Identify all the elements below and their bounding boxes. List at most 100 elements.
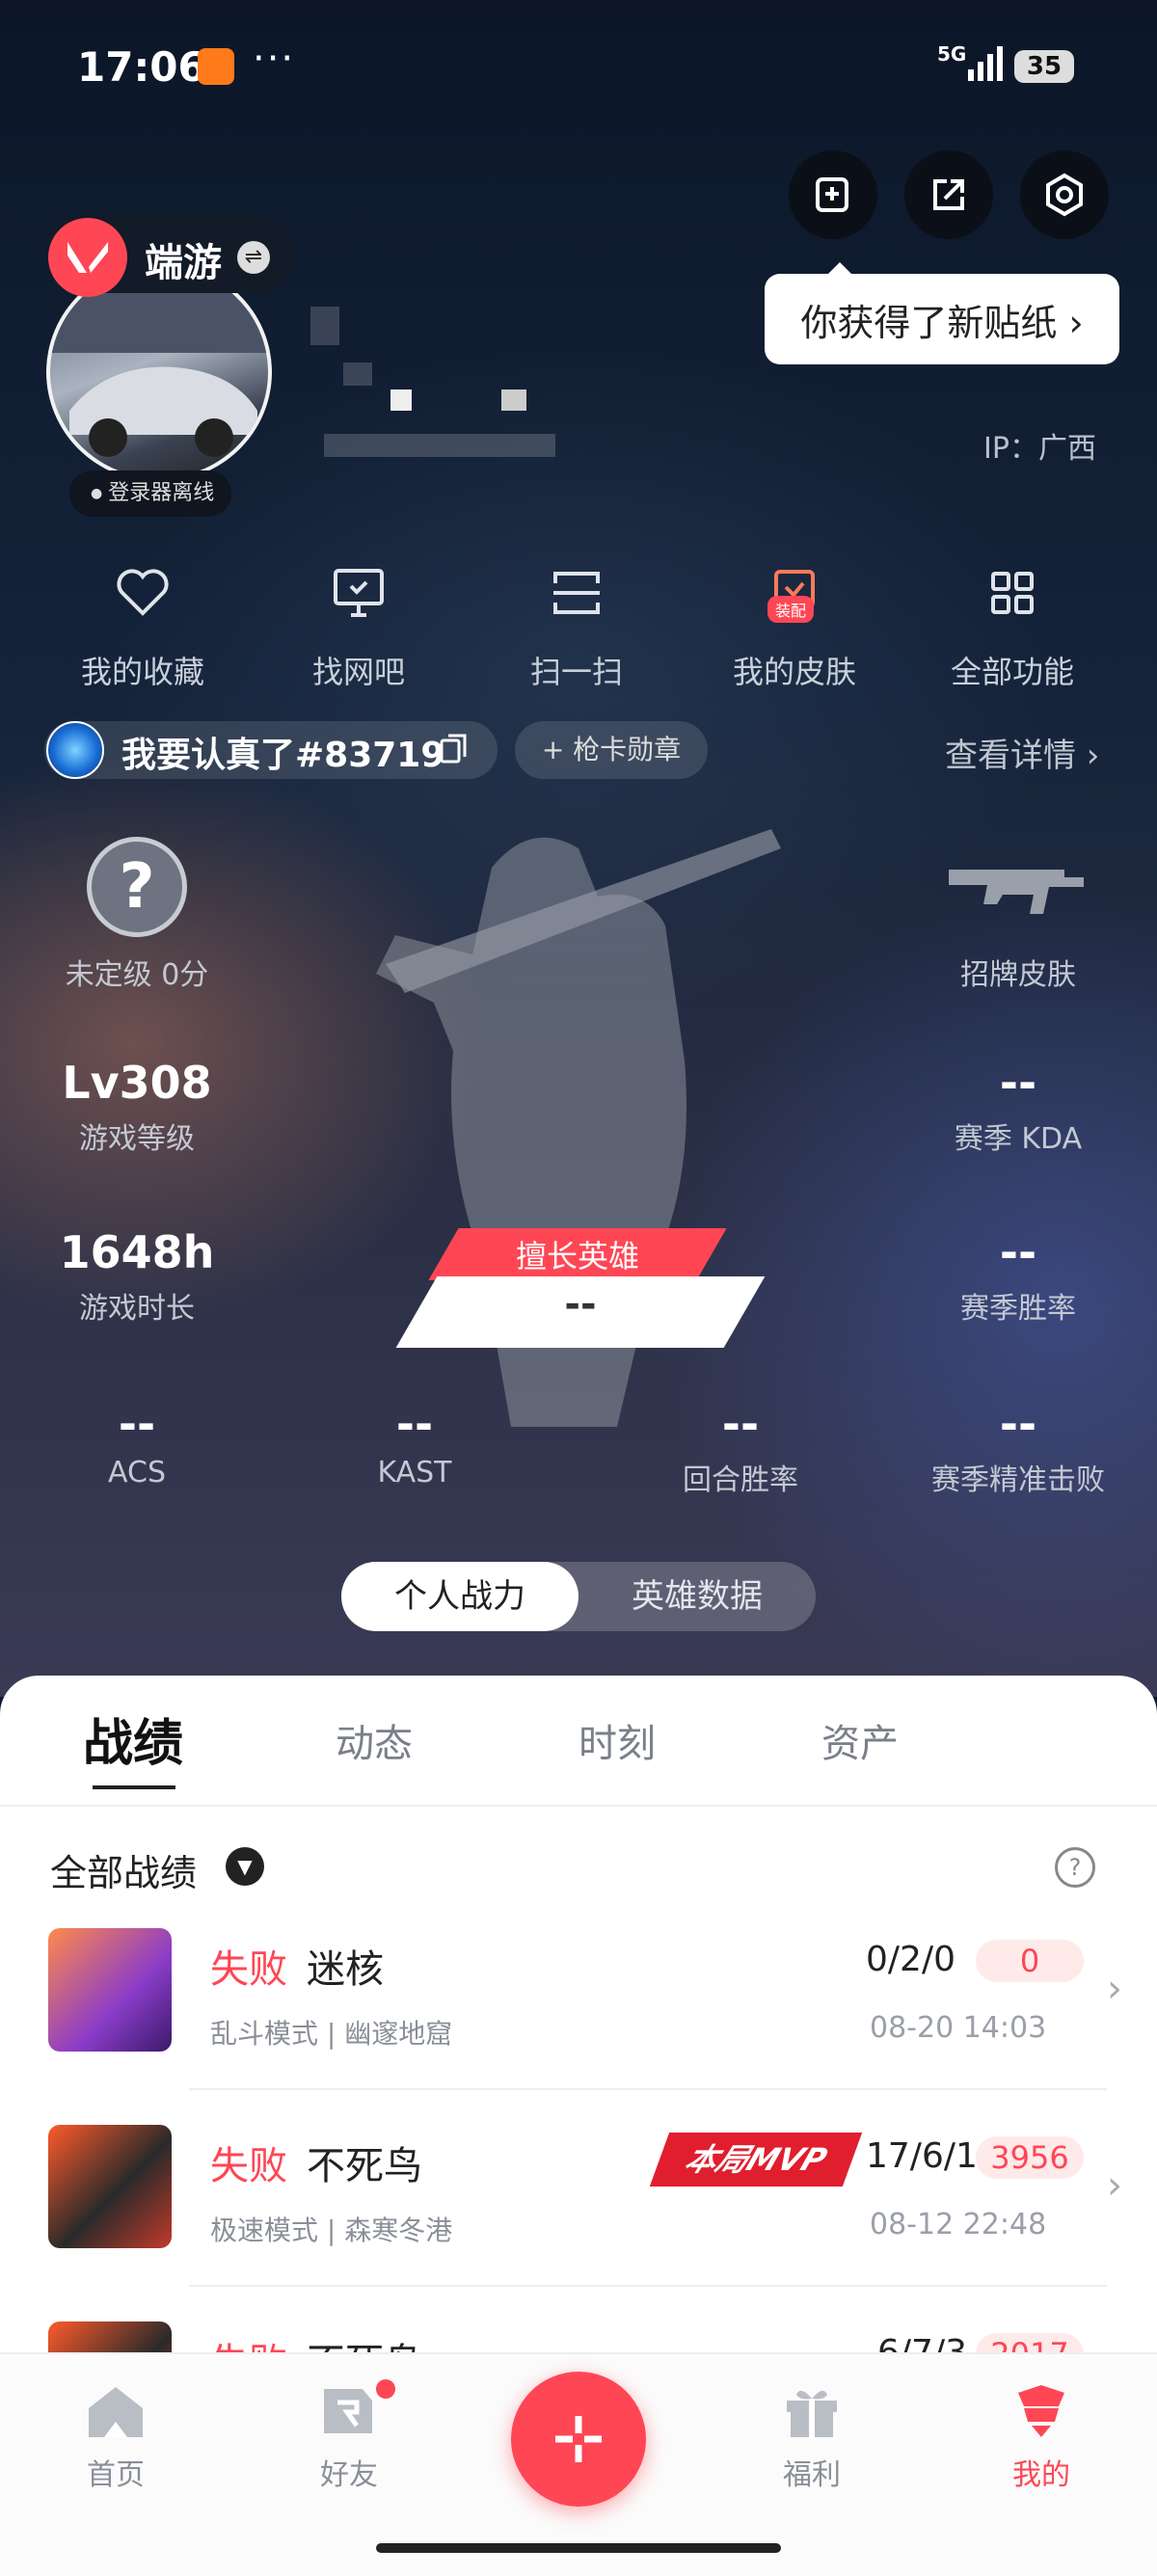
stat-label: 回合胜率	[683, 1463, 798, 1497]
match-result: 失败	[210, 1947, 287, 1992]
help-icon[interactable]: ?	[1055, 1847, 1095, 1888]
stat-value: --	[395, 1398, 434, 1450]
more-notifications: ···	[253, 37, 296, 81]
battery-indicator: 35	[1014, 50, 1074, 83]
segment-personal-power[interactable]: 个人战力	[341, 1562, 578, 1631]
new-sticker-tooltip[interactable]: 你获得了新贴纸 ›	[765, 262, 1119, 364]
gift-icon	[787, 2390, 837, 2439]
menu-favorites[interactable]: 我的收藏	[46, 559, 239, 692]
chevron-down-icon[interactable]: ▼	[226, 1847, 264, 1886]
stat-value: --	[721, 1398, 760, 1450]
best-hero-value: --	[564, 1282, 597, 1327]
tab-divider	[0, 1805, 1157, 1807]
platform-label: 端游	[145, 241, 222, 285]
pixelated-name	[501, 389, 526, 411]
nav-me[interactable]: 我的	[974, 2383, 1109, 2493]
agent-name: 迷核	[307, 1947, 384, 1992]
tab-assets[interactable]: 资产	[821, 1712, 899, 1768]
match-result: 失败	[210, 2144, 287, 2188]
match-date: 08-20 14:03	[870, 2011, 1047, 2045]
tab-moments[interactable]: 时刻	[578, 1712, 656, 1768]
match-mode: 乱斗模式 | 幽邃地窟	[210, 2018, 453, 2050]
monitor-icon	[334, 569, 384, 617]
records-filter[interactable]: 全部战绩	[50, 1843, 197, 1896]
gun-card-medal-button[interactable]: + 枪卡勋章	[515, 721, 708, 779]
signal-icon	[968, 46, 1003, 81]
sticker-button[interactable]	[789, 150, 877, 239]
nav-label: 我的	[1012, 2458, 1070, 2492]
profile-icon	[1018, 2385, 1064, 2437]
scan-icon	[553, 572, 600, 614]
best-hero-title: 擅长英雄	[515, 1238, 639, 1275]
heart-icon	[117, 569, 169, 616]
settings-button[interactable]	[1020, 150, 1109, 239]
menu-my-skins[interactable]: 装配 我的皮肤	[698, 559, 891, 692]
agent-name: 不死鸟	[307, 2144, 422, 2188]
menu-all-functions[interactable]: 全部功能	[916, 559, 1109, 692]
stat-label: 赛季 KDA	[954, 1122, 1083, 1156]
chevron-right-icon: ›	[1107, 2163, 1122, 2208]
stat-label: 未定级 0分	[65, 958, 209, 992]
menu-scan[interactable]: 扫一扫	[480, 559, 673, 692]
tab-feed[interactable]: 动态	[336, 1712, 413, 1768]
signature-skin-stat[interactable]: 招牌皮肤	[893, 945, 1144, 993]
match-mode: 极速模式 | 森寒冬港	[210, 2214, 453, 2246]
match-score: 0	[976, 1940, 1084, 1982]
nav-label: 好友	[320, 2458, 378, 2492]
menu-find-cafe[interactable]: 找网吧	[262, 559, 455, 692]
agent-avatar	[48, 2125, 172, 2248]
view-details-link[interactable]: 查看详情 ›	[945, 729, 1099, 776]
rank-unrated-icon: ?	[87, 837, 187, 937]
menu-label: 我的收藏	[80, 654, 204, 690]
share-icon	[933, 179, 964, 210]
match-score: 3956	[976, 2136, 1084, 2179]
gear-icon	[1046, 173, 1083, 217]
winrate-stat: -- 赛季胜率	[893, 1226, 1144, 1327]
menu-label: 找网吧	[311, 654, 405, 690]
nav-friends[interactable]: 好友	[282, 2383, 417, 2493]
share-button[interactable]	[904, 150, 993, 239]
nav-rewards[interactable]: 福利	[744, 2383, 879, 2493]
app-notification-icon	[198, 48, 234, 85]
stat-label: 游戏时长	[79, 1292, 195, 1326]
launcher-status: 登录器离线	[69, 470, 232, 517]
pixelated-name	[310, 307, 339, 345]
menu-label: 全部功能	[950, 654, 1074, 690]
player-id: 我要认真了#83719	[121, 736, 445, 775]
stat-label: ACS	[108, 1456, 166, 1489]
mvp-badge: 本局MVP	[649, 2133, 863, 2187]
headshot-stat: -- 赛季精准击败	[893, 1398, 1144, 1498]
ip-location: IP：广西	[983, 432, 1096, 466]
car-photo	[50, 266, 268, 457]
plus-icon	[555, 2416, 602, 2462]
row-divider	[189, 2088, 1107, 2090]
round-winrate-stat: -- 回合胜率	[615, 1398, 866, 1498]
home-indicator	[376, 2543, 781, 2553]
segment-hero-data[interactable]: 英雄数据	[578, 1562, 816, 1631]
pixelated-name	[324, 434, 555, 457]
copy-icon[interactable]	[440, 733, 469, 765]
create-post-button[interactable]	[511, 2372, 646, 2507]
menu-label: 我的皮肤	[732, 654, 856, 690]
rank-stat: 未定级 0分	[12, 945, 262, 993]
chevron-right-icon: ›	[1107, 1967, 1122, 2011]
stat-label: 招牌皮肤	[960, 958, 1076, 992]
row-divider	[189, 2285, 1107, 2287]
menu-label: 扫一扫	[529, 654, 623, 690]
stat-label: 游戏等级	[79, 1122, 195, 1156]
sticker-icon	[816, 177, 848, 212]
swap-icon[interactable]: ⇌	[237, 241, 270, 274]
player-card-icon	[46, 721, 104, 779]
level-stat: Lv308 游戏等级	[12, 1057, 262, 1157]
match-date: 08-12 22:48	[870, 2208, 1047, 2241]
match-kda: 17/6/1	[866, 2136, 978, 2176]
nav-label: 福利	[783, 2458, 841, 2492]
stat-value: Lv308	[62, 1057, 212, 1109]
nav-home[interactable]: 首页	[48, 2383, 183, 2493]
stat-value: 1648h	[59, 1226, 215, 1278]
kda-stat: -- 赛季 KDA	[893, 1057, 1144, 1157]
tab-records[interactable]: 战绩	[83, 1703, 183, 1775]
grid-icon	[991, 572, 1034, 614]
tab-indicator	[93, 1780, 175, 1789]
notification-dot	[376, 2379, 395, 2399]
